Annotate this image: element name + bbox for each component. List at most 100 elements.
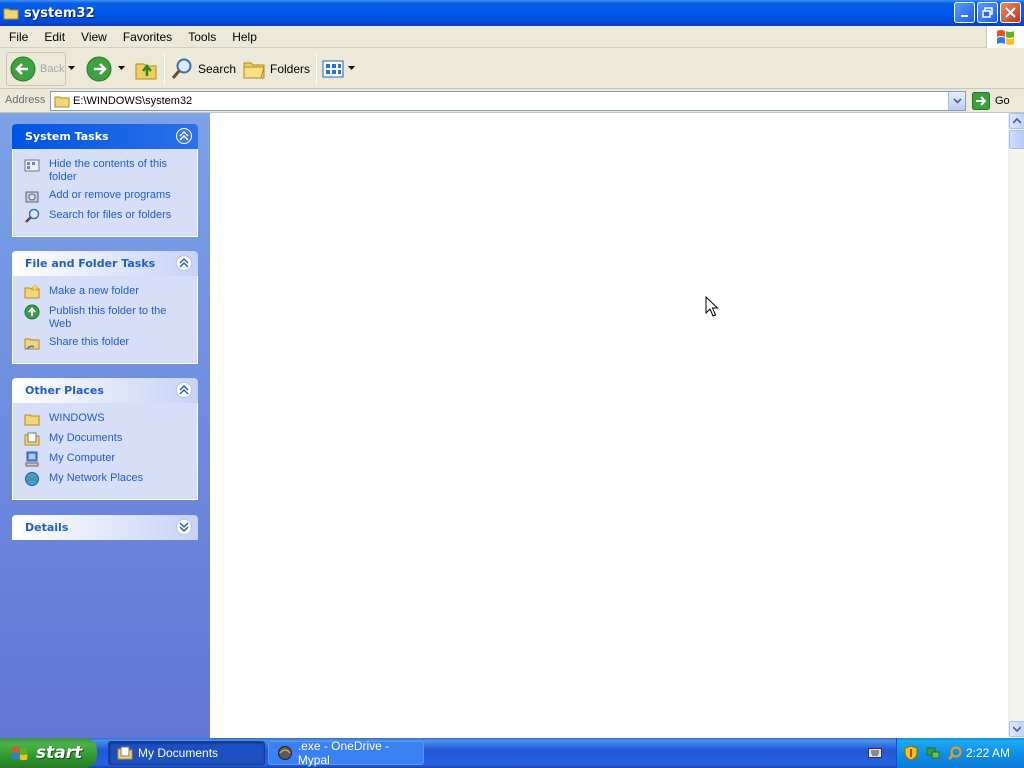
views-icon (322, 60, 344, 78)
minimize-icon (960, 14, 968, 17)
restore-button[interactable] (977, 2, 998, 23)
forward-button[interactable] (86, 52, 112, 86)
task-search-files[interactable]: Search for files or folders (23, 208, 191, 224)
address-dropdown-button[interactable] (948, 92, 965, 110)
windows-logo (986, 26, 1024, 48)
start-label: start (36, 743, 83, 763)
network-places-icon (25, 472, 39, 486)
dropdown-arrow-icon (348, 66, 355, 70)
share-folder-icon (24, 338, 40, 350)
double-chevron-up-icon (179, 258, 189, 268)
task-label: Make a new folder (49, 285, 139, 297)
start-button[interactable]: start (0, 738, 97, 768)
up-folder-button[interactable] (134, 52, 160, 86)
menu-favorites[interactable]: Favorites (114, 30, 179, 44)
my-documents-icon (24, 432, 40, 446)
place-label: My Documents (49, 432, 123, 444)
minimize-button[interactable] (954, 2, 975, 23)
dropdown-arrow-icon (118, 66, 125, 70)
views-button[interactable] (322, 52, 356, 86)
close-button[interactable] (1000, 2, 1021, 23)
place-label: WINDOWS (49, 412, 105, 424)
file-folder-tasks-header[interactable]: File and Folder Tasks (12, 251, 198, 276)
go-label: Go (995, 95, 1010, 107)
windows-flag-icon (996, 30, 1014, 45)
new-folder-icon (24, 284, 40, 299)
chevron-down-icon (952, 98, 962, 104)
place-windows[interactable]: WINDOWS (23, 411, 191, 427)
back-arrow-icon (10, 56, 36, 82)
task-publish-web[interactable]: Publish this folder to the Web (23, 304, 191, 331)
back-dropdown-button[interactable] (66, 52, 78, 86)
go-button[interactable]: Go (972, 92, 1010, 110)
taskbar-item-mypal[interactable]: .exe - OneDrive - Mypal (268, 739, 424, 767)
restore-icon (982, 7, 993, 18)
task-new-folder[interactable]: Make a new folder (23, 284, 191, 300)
vertical-scrollbar[interactable] (1008, 113, 1024, 738)
task-label: Publish this folder to the Web (49, 305, 167, 330)
task-hide-contents[interactable]: Hide the contents of this folder (23, 157, 191, 184)
place-my-computer[interactable]: My Computer (23, 451, 191, 467)
details-header[interactable]: Details (12, 515, 198, 540)
system-tasks-header[interactable]: System Tasks (12, 124, 198, 149)
back-button[interactable]: Back (6, 52, 66, 86)
network-tray-icon[interactable] (925, 745, 941, 761)
task-label: Hide the contents of this folder (49, 158, 168, 183)
taskbar: start My Documents .exe - OneDrive - Myp… (0, 738, 1024, 768)
scroll-down-button[interactable] (1009, 721, 1024, 737)
folder-icon (54, 96, 70, 108)
task-add-remove-programs[interactable]: Add or remove programs (23, 188, 191, 204)
task-label: Share this folder (49, 336, 130, 348)
menu-edit[interactable]: Edit (35, 30, 72, 44)
scroll-thumb[interactable] (1009, 130, 1024, 149)
collapse-button[interactable] (176, 255, 192, 271)
scroll-up-button[interactable] (1009, 113, 1024, 129)
place-my-network-places[interactable]: My Network Places (23, 471, 191, 487)
other-places-header[interactable]: Other Places (12, 378, 198, 403)
place-my-documents[interactable]: My Documents (23, 431, 191, 447)
search-tray-icon[interactable] (947, 745, 963, 761)
collapse-button[interactable] (176, 382, 192, 398)
windows-flag-icon (11, 746, 28, 761)
add-remove-programs-icon (25, 191, 39, 203)
scroll-down-arrow-icon (1013, 726, 1021, 732)
publish-web-icon (24, 304, 40, 320)
menu-file[interactable]: File (0, 30, 35, 44)
collapse-button[interactable] (176, 128, 192, 144)
double-chevron-up-icon (179, 131, 189, 141)
taskbar-item-my-documents[interactable]: My Documents (108, 741, 265, 765)
window-title: system32 (24, 5, 95, 21)
system-tray: 2:22 AM (896, 738, 1024, 768)
taskbar-item-label: My Documents (138, 746, 219, 760)
file-folder-tasks-body: Make a new folder Publish this folder to… (12, 276, 198, 364)
forward-dropdown-button[interactable] (116, 52, 128, 86)
menu-view[interactable]: View (72, 30, 114, 44)
folder-icon (3, 8, 19, 20)
up-folder-icon (135, 63, 157, 80)
scroll-up-arrow-icon (1013, 118, 1021, 124)
menu-help[interactable]: Help (223, 30, 264, 44)
title-bar[interactable]: system32 (0, 0, 1024, 26)
folder-content-area[interactable] (210, 113, 1008, 738)
search-button[interactable]: Search (170, 52, 236, 86)
address-path: E:\WINDOWS\system32 (73, 95, 193, 107)
other-places-panel: Other Places WINDOWS My Documents My Com… (12, 378, 198, 500)
task-label: Add or remove programs (49, 189, 171, 201)
place-label: My Network Places (49, 472, 144, 484)
folders-button[interactable]: Folders (242, 52, 310, 86)
keyboard-icon[interactable] (868, 747, 882, 759)
expand-button[interactable] (176, 519, 192, 535)
system-tasks-title: System Tasks (25, 130, 109, 143)
task-label: Search for files or folders (49, 209, 172, 221)
address-bar: Address E:\WINDOWS\system32 Go (0, 89, 1024, 113)
address-field[interactable]: E:\WINDOWS\system32 (50, 91, 966, 111)
search-icon (25, 208, 40, 223)
folders-label: Folders (269, 62, 310, 76)
forward-arrow-icon (86, 56, 112, 82)
clock: 2:22 AM (965, 746, 1010, 760)
menu-tools[interactable]: Tools (179, 30, 223, 44)
security-shield-icon[interactable] (903, 745, 919, 761)
details-title: Details (25, 521, 69, 534)
task-share-folder[interactable]: Share this folder (23, 335, 191, 351)
other-places-body: WINDOWS My Documents My Computer My Netw… (12, 403, 198, 500)
